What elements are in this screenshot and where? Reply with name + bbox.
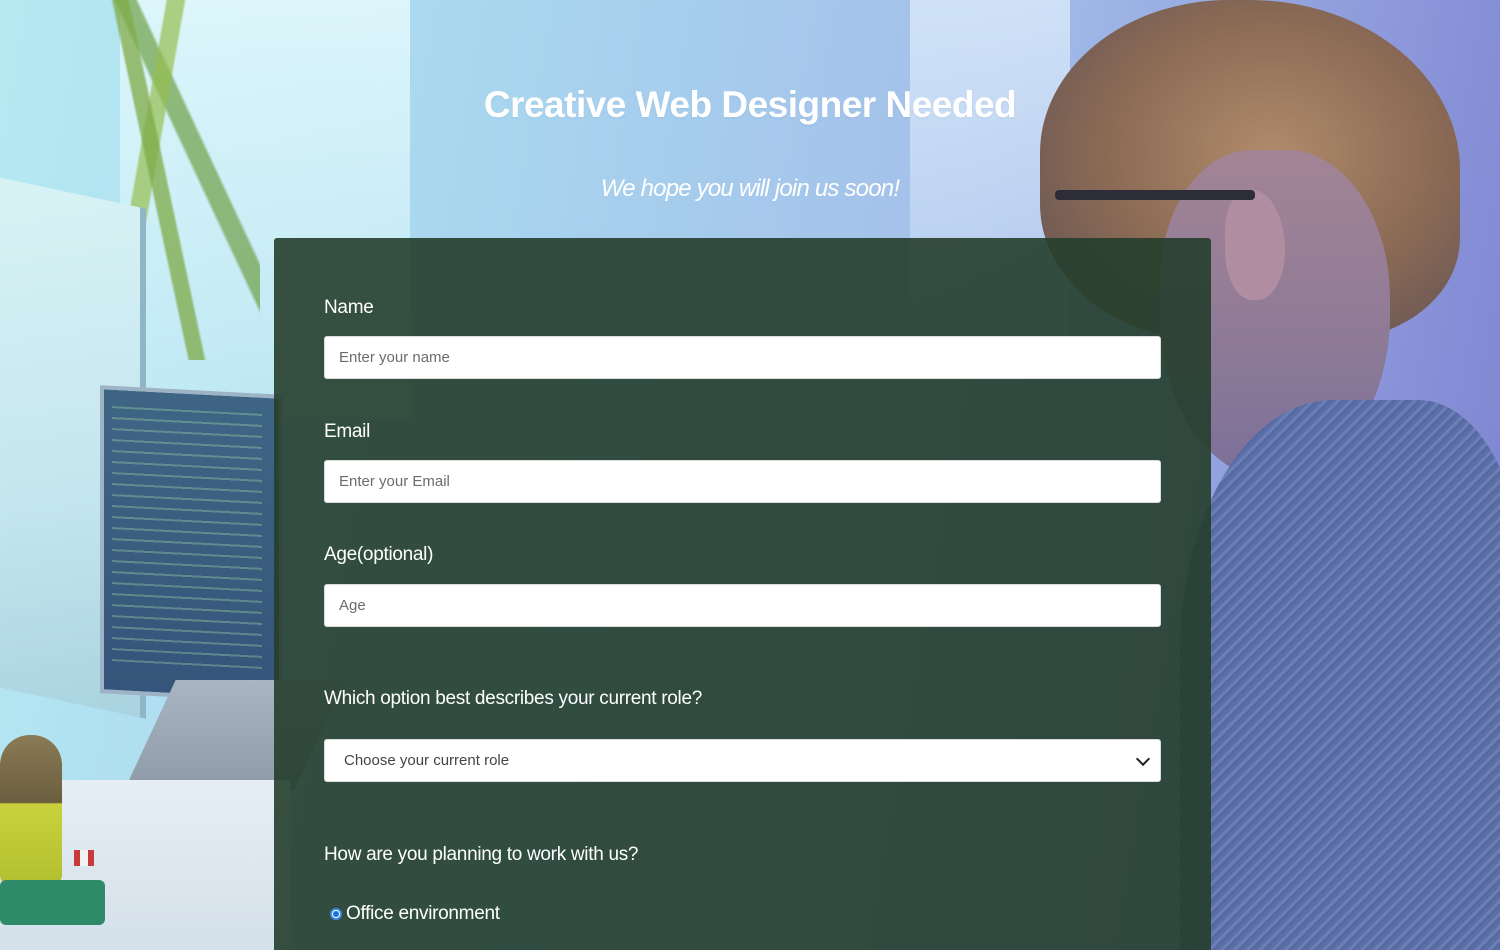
application-form: Name Email Age(optional) Which option be… — [274, 238, 1211, 950]
background-person-sweater — [1180, 400, 1500, 950]
page: Creative Web Designer Needed We hope you… — [0, 0, 1500, 950]
role-select-value: Choose your current role — [344, 752, 510, 769]
name-label: Name — [324, 297, 374, 318]
radio-selected-icon[interactable] — [330, 908, 342, 920]
background-toy-figure — [0, 735, 62, 885]
role-label: Which option best describes your current… — [324, 688, 703, 709]
chevron-down-icon — [1135, 751, 1151, 766]
name-input[interactable] — [324, 336, 1161, 379]
page-title: Creative Web Designer Needed — [483, 84, 1017, 125]
background-laptop-code — [112, 406, 262, 674]
work-label: How are you planning to work with us? — [324, 844, 639, 865]
email-input[interactable] — [324, 460, 1161, 503]
age-label: Age(optional) — [324, 544, 434, 565]
role-select[interactable]: Choose your current role — [324, 739, 1161, 782]
page-subtitle: We hope you will join us soon! — [600, 175, 900, 202]
radio-office-environment[interactable]: Office environment — [330, 903, 500, 925]
email-label: Email — [324, 421, 371, 442]
background-flag — [74, 850, 94, 866]
age-input[interactable] — [324, 584, 1161, 627]
background-toy-base — [0, 880, 105, 925]
radio-option-label: Office environment — [346, 903, 500, 924]
